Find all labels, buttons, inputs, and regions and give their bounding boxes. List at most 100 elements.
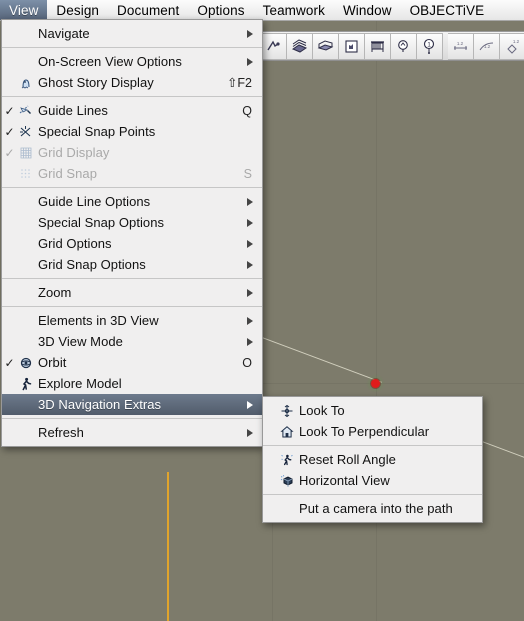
menu-item-shortcut: Q (242, 103, 252, 118)
svg-text:1.2: 1.2 (457, 41, 464, 46)
menu-item-label: Guide Lines (38, 103, 108, 118)
trace-reference-icon[interactable] (260, 32, 287, 60)
checkmark-icon: ✓ (4, 124, 15, 139)
menubar-item-view[interactable]: View (0, 0, 48, 20)
menu-item-guide-line-options[interactable]: Guide Line Options (2, 191, 262, 212)
menu-item-horizontal-view[interactable]: Horizontal View (263, 470, 482, 491)
menu-item-label: Special Snap Options (38, 215, 165, 230)
books-stack-icon[interactable] (287, 32, 313, 60)
menu-separator (2, 306, 262, 307)
menu-item-3d-view-mode[interactable]: 3D View Mode (2, 331, 262, 352)
menubar-item-design[interactable]: Design (47, 0, 108, 20)
look-to-perpendicular-icon (278, 425, 296, 439)
menu-item-special-snap-options[interactable]: Special Snap Options (2, 212, 262, 233)
menubar-item-window[interactable]: Window (334, 0, 401, 20)
menu-separator (2, 418, 262, 419)
menu-item-label: Elements in 3D View (38, 313, 159, 328)
reset-roll-angle-icon (278, 453, 296, 467)
menu-item-3d-navigation-extras[interactable]: 3D Navigation Extras (2, 394, 262, 415)
menu-item-explore-model[interactable]: Explore Model (2, 373, 262, 394)
menu-item-label: Orbit (38, 355, 67, 370)
menu-item-special-snap-points[interactable]: ✓ Special Snap Points (2, 121, 262, 142)
3d-navigation-extras-submenu[interactable]: Look To Look To Perpendicular Reset Roll A… (262, 396, 483, 523)
checkmark-icon: ✓ (4, 145, 15, 160)
menu-item-label: Put a camera into the path (299, 501, 453, 516)
menu-item-guide-lines[interactable]: ✓ Guide Lines Q (2, 100, 262, 121)
menu-item-label: Ghost Story Display (38, 75, 154, 90)
radial-dimension-icon[interactable]: 1.2 (474, 32, 500, 60)
menu-bar[interactable]: View Design Document Options Teamwork Window O… (0, 0, 524, 21)
editing-line (167, 472, 169, 621)
menu-separator (263, 494, 482, 495)
toolbar[interactable]: 1 1.2 1.2 1.2 1.2 (260, 31, 524, 61)
orbit-icon (17, 356, 35, 370)
menu-item-label: Look To (299, 403, 345, 418)
open-book-icon[interactable] (313, 32, 339, 60)
menu-item-grid-options[interactable]: Grid Options (2, 233, 262, 254)
menubar-item-teamwork[interactable]: Teamwork (254, 0, 334, 20)
svg-text:1.2: 1.2 (484, 44, 491, 49)
grid-snap-icon (17, 167, 35, 181)
ghost-story-icon (17, 76, 35, 90)
menubar-item-objective[interactable]: OBJECTiVE (401, 0, 494, 20)
grid-display-icon (17, 146, 35, 160)
menubar-item-label: Window (342, 2, 392, 18)
menu-item-on-screen-view-options[interactable]: On-Screen View Options (2, 51, 262, 72)
menubar-item-label: Document (117, 2, 180, 18)
guide-line-diagonal (261, 337, 382, 383)
menu-item-label: Special Snap Points (38, 124, 156, 139)
view-dropdown-menu[interactable]: Navigate On-Screen View Options Ghost Stor… (1, 19, 263, 447)
special-snap-icon (17, 125, 35, 139)
zone-stamp-icon[interactable]: 1 (417, 32, 443, 60)
svg-text:1.2: 1.2 (513, 39, 520, 44)
menu-item-refresh[interactable]: Refresh (2, 422, 262, 443)
menu-item-navigate[interactable]: Navigate (2, 23, 262, 44)
menu-item-put-a-camera-into-the-path[interactable]: Put a camera into the path (263, 498, 482, 519)
chevron-right-icon (247, 428, 262, 437)
menu-item-label: 3D View Mode (38, 334, 123, 349)
dimension-icon[interactable]: 1.2 (448, 32, 474, 60)
chevron-right-icon (247, 57, 262, 66)
menu-item-grid-snap: Grid Snap S (2, 163, 262, 184)
horizontal-view-icon (278, 474, 296, 488)
menu-separator (2, 47, 262, 48)
guide-lines-icon (17, 104, 35, 118)
menu-item-label: 3D Navigation Extras (38, 397, 162, 412)
menubar-item-label: Design (56, 2, 100, 18)
menu-item-look-to-perpendicular[interactable]: Look To Perpendicular (263, 421, 482, 442)
menu-item-label: Guide Line Options (38, 194, 151, 209)
chevron-right-icon (247, 337, 262, 346)
menu-item-label: Grid Display (38, 145, 110, 160)
menu-item-ghost-story-display[interactable]: Ghost Story Display ⇧F2 (2, 72, 262, 93)
menu-item-shortcut: O (242, 355, 252, 370)
chevron-right-icon (247, 400, 262, 409)
light-bulb-icon[interactable] (391, 32, 417, 60)
chevron-right-icon (247, 316, 262, 325)
menubar-item-options[interactable]: Options (188, 0, 253, 20)
menu-item-label: Horizontal View (299, 473, 390, 488)
menu-item-label: Explore Model (38, 376, 122, 391)
chevron-right-icon (247, 260, 262, 269)
checkmark-icon: ✓ (4, 103, 15, 118)
menu-item-label: Reset Roll Angle (299, 452, 396, 467)
menu-item-label: Look To Perpendicular (299, 424, 430, 439)
menu-item-grid-display: ✓ Grid Display (2, 142, 262, 163)
menu-separator (2, 278, 262, 279)
menu-item-label: Refresh (38, 425, 84, 440)
level-dimension-icon[interactable]: 1.2 (500, 32, 524, 60)
building-icon[interactable] (365, 32, 391, 60)
svg-text:1: 1 (427, 41, 431, 48)
menu-item-look-to[interactable]: Look To (263, 400, 482, 421)
menu-item-grid-snap-options[interactable]: Grid Snap Options (2, 254, 262, 275)
hand-pointer-icon[interactable] (339, 32, 365, 60)
menu-item-label: On-Screen View Options (38, 54, 182, 69)
grid-line-vertical (376, 0, 377, 621)
guide-line-diagonal (481, 441, 524, 461)
menu-item-orbit[interactable]: ✓ Orbit O (2, 352, 262, 373)
menubar-item-label: OBJECTiVE (409, 2, 485, 18)
menu-item-zoom[interactable]: Zoom (2, 282, 262, 303)
menu-item-label: Navigate (38, 26, 90, 41)
menubar-item-document[interactable]: Document (108, 0, 188, 20)
menu-item-elements-in-3d-view[interactable]: Elements in 3D View (2, 310, 262, 331)
menu-item-reset-roll-angle[interactable]: Reset Roll Angle (263, 449, 482, 470)
